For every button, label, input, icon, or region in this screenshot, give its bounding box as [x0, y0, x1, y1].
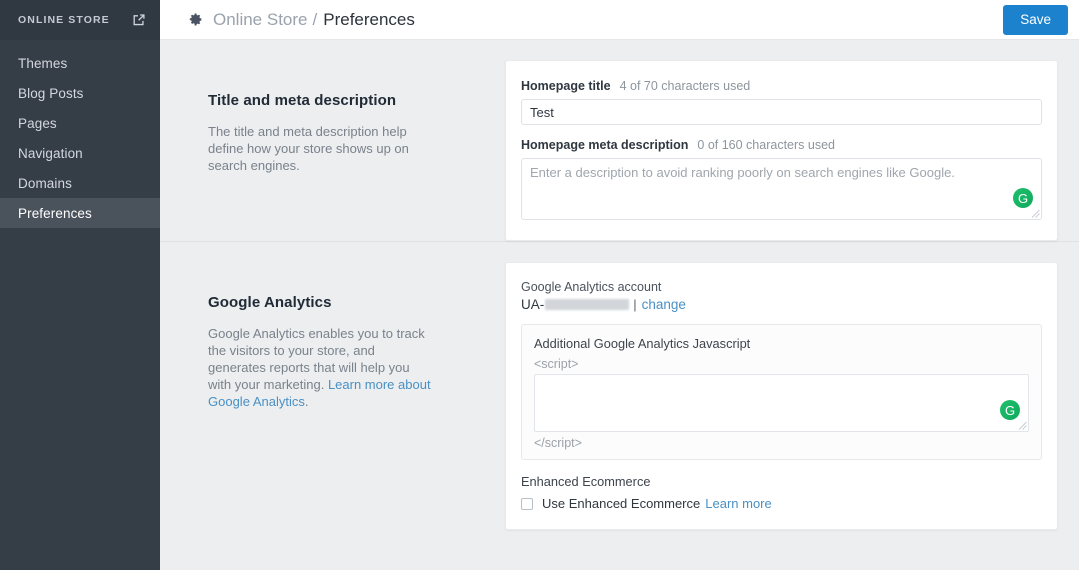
section-seo-form-column: Homepage title 4 of 70 characters used H…	[505, 40, 1079, 241]
enhanced-ecommerce-label: Enhanced Ecommerce	[521, 474, 651, 489]
meta-description-label-row: Homepage meta description 0 of 160 chara…	[521, 138, 1042, 152]
ua-redacted-value	[545, 299, 630, 310]
sidebar-title: ONLINE STORE	[18, 14, 110, 26]
ga-script-textarea[interactable]	[534, 374, 1029, 432]
sidebar-nav: Themes Blog Posts Pages Navigation Domai…	[0, 40, 160, 228]
sidebar-header: ONLINE STORE	[0, 0, 160, 40]
save-button[interactable]: Save	[1003, 4, 1068, 35]
meta-description-textarea[interactable]	[521, 158, 1042, 220]
ua-separator: |	[633, 297, 637, 312]
section-seo-description: The title and meta description help defi…	[208, 124, 409, 173]
ga-script-wrapper: G	[534, 374, 1029, 432]
ga-javascript-title: Additional Google Analytics Javascript	[534, 336, 751, 351]
sidebar-item-preferences[interactable]: Preferences	[0, 198, 160, 228]
section-analytics-description: Google Analytics enables you to track th…	[208, 325, 435, 410]
enhanced-ecommerce-checkbox[interactable]	[521, 497, 533, 510]
section-seo-description-column: Title and meta description The title and…	[160, 40, 505, 241]
breadcrumb-separator: /	[312, 9, 318, 29]
meta-description-wrapper: G	[521, 158, 1042, 220]
page-root: ONLINE STORE Themes Blog Posts Pages Nav…	[0, 0, 1079, 570]
meta-description-label: Homepage meta description	[521, 138, 689, 152]
breadcrumb-parent[interactable]: Online Store	[213, 10, 308, 30]
main-area: Online Store / Preferences Save Title an…	[160, 0, 1079, 570]
meta-description-counter: 0 of 160 characters used	[697, 138, 835, 152]
ga-account-row: UA- | change	[521, 297, 1042, 312]
grammarly-icon[interactable]: G	[1000, 400, 1020, 420]
sidebar-item-label: Blog Posts	[18, 85, 84, 101]
external-link-icon[interactable]	[132, 13, 146, 27]
ga-account-label: Google Analytics account	[521, 280, 662, 294]
sidebar-item-label: Pages	[18, 115, 57, 131]
ua-prefix: UA-	[521, 297, 545, 312]
script-open-tag: <script>	[534, 357, 579, 371]
section-analytics-form-column: Google Analytics account UA- | change Ad…	[505, 242, 1079, 530]
sidebar-item-label: Navigation	[18, 145, 83, 161]
topbar: Online Store / Preferences Save	[160, 0, 1079, 40]
sidebar-item-label: Preferences	[18, 205, 92, 221]
section-analytics-description-column: Google Analytics Google Analytics enable…	[160, 242, 505, 530]
sidebar-item-pages[interactable]: Pages	[0, 108, 160, 138]
homepage-title-label: Homepage title	[521, 79, 611, 93]
field-gap	[521, 125, 1042, 138]
analytics-description-tail: .	[304, 394, 309, 409]
sidebar: ONLINE STORE Themes Blog Posts Pages Nav…	[0, 0, 160, 570]
sidebar-item-label: Themes	[18, 55, 68, 71]
homepage-title-counter: 4 of 70 characters used	[619, 79, 751, 93]
section-google-analytics: Google Analytics Google Analytics enable…	[160, 241, 1079, 530]
page-title: Preferences	[323, 9, 415, 29]
sidebar-item-themes[interactable]: Themes	[0, 48, 160, 78]
enhanced-ecommerce-learn-more-link[interactable]: Learn more	[705, 496, 771, 511]
section-analytics-title: Google Analytics	[208, 294, 332, 311]
content-scroll: Title and meta description The title and…	[160, 40, 1079, 570]
ga-change-link[interactable]: change	[642, 297, 686, 312]
grammarly-icon[interactable]: G	[1013, 188, 1033, 208]
ga-javascript-panel: Additional Google Analytics Javascript <…	[521, 324, 1042, 460]
section-seo: Title and meta description The title and…	[160, 40, 1079, 241]
sidebar-item-navigation[interactable]: Navigation	[0, 138, 160, 168]
gear-icon	[186, 11, 213, 28]
homepage-title-input[interactable]	[521, 99, 1042, 125]
script-close-tag: </script>	[534, 436, 582, 450]
sidebar-item-domains[interactable]: Domains	[0, 168, 160, 198]
homepage-title-label-row: Homepage title 4 of 70 characters used	[521, 79, 1042, 93]
enhanced-ecommerce-checkbox-label: Use Enhanced Ecommerce	[542, 496, 701, 511]
section-seo-title: Title and meta description	[208, 92, 397, 109]
sidebar-item-blog-posts[interactable]: Blog Posts	[0, 78, 160, 108]
seo-card: Homepage title 4 of 70 characters used H…	[505, 60, 1058, 241]
enhanced-ecommerce-row: Use Enhanced Ecommerce Learn more	[521, 496, 1042, 511]
analytics-card: Google Analytics account UA- | change Ad…	[505, 262, 1058, 530]
sidebar-item-label: Domains	[18, 175, 72, 191]
